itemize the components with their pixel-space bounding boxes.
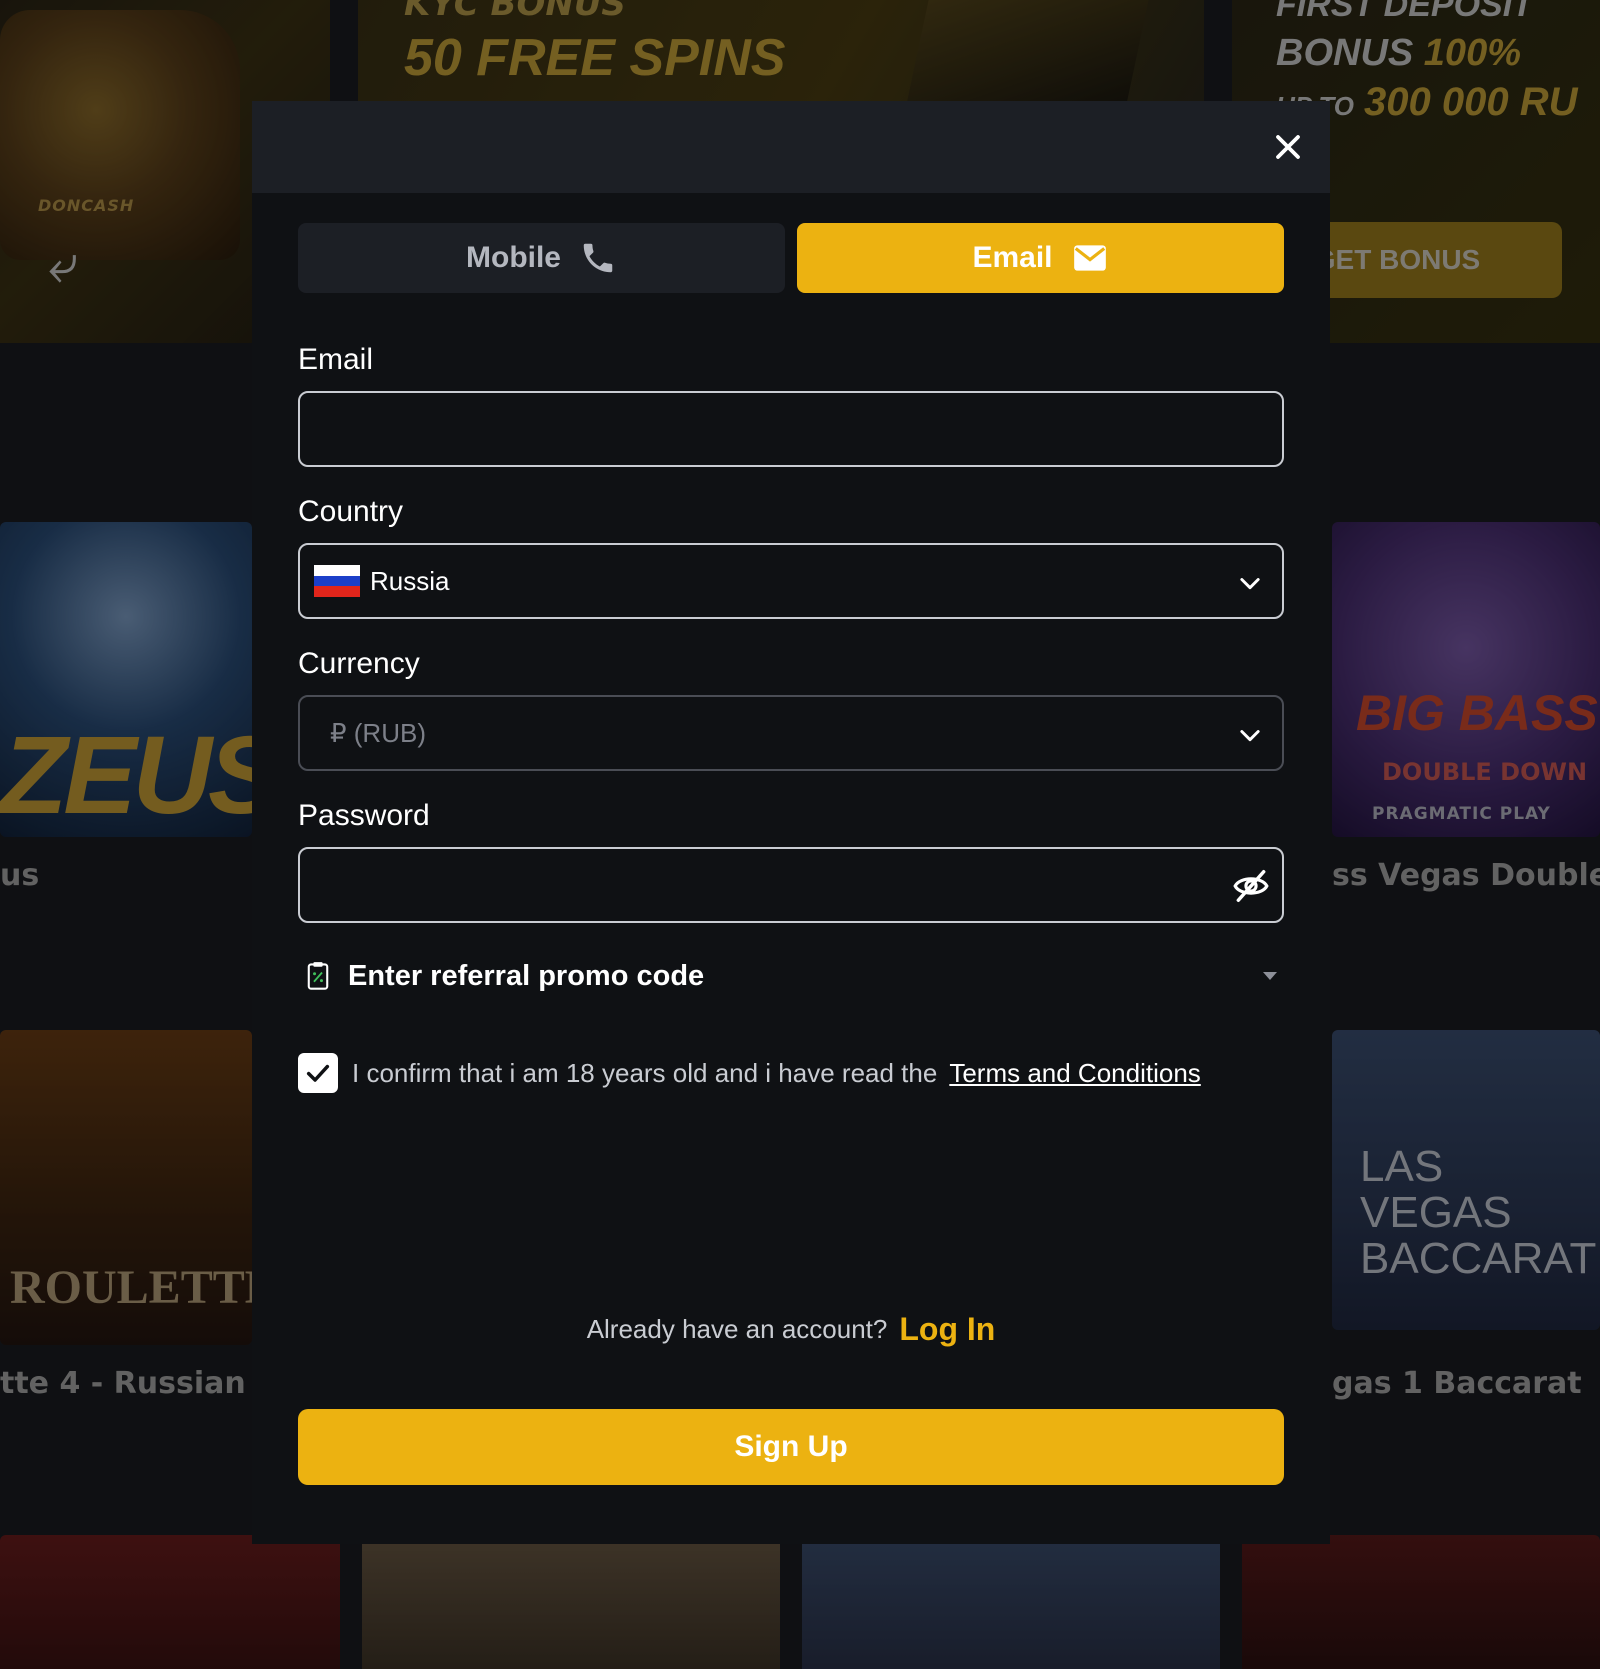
modal-header <box>252 101 1330 193</box>
terms-link[interactable]: Terms and Conditions <box>949 1058 1200 1089</box>
promo-code-toggle[interactable]: Enter referral promo code <box>298 953 1284 999</box>
tab-email[interactable]: Email <box>797 223 1284 293</box>
password-wrapper <box>298 847 1284 923</box>
checkmark-icon <box>306 1064 330 1082</box>
country-select[interactable]: Russia <box>298 543 1284 619</box>
login-prompt: Already have an account? Log In <box>252 1311 1330 1348</box>
russia-flag-icon <box>314 565 360 598</box>
country-label: Country <box>298 495 404 528</box>
tab-label: Mobile <box>466 241 561 274</box>
promo-code-label: Enter referral promo code <box>348 959 705 992</box>
mail-icon <box>1073 245 1106 271</box>
chevron-down-icon <box>1240 730 1260 742</box>
phone-icon <box>583 243 613 273</box>
email-field[interactable] <box>298 391 1284 467</box>
chevron-down-icon <box>1240 578 1260 590</box>
modal-body: Mobile Email Email Country Russia Curren… <box>252 193 1330 1093</box>
signup-method-tabs: Mobile Email <box>298 223 1284 293</box>
currency-label: Currency <box>298 647 420 680</box>
terms-checkbox[interactable] <box>298 1053 338 1093</box>
consent-text: I confirm that i am 18 years old and i h… <box>352 1057 938 1088</box>
currency-select[interactable]: ₽ (RUB) <box>298 695 1284 771</box>
signup-modal: Mobile Email Email Country Russia Curren… <box>252 101 1330 1544</box>
country-value: Russia <box>370 565 450 596</box>
caret-down-icon <box>1263 972 1277 980</box>
promo-icon <box>307 962 329 990</box>
close-button[interactable] <box>1268 127 1308 167</box>
close-icon <box>1276 135 1300 159</box>
password-label: Password <box>298 799 430 832</box>
login-link[interactable]: Log In <box>899 1311 995 1348</box>
sign-up-button[interactable]: Sign Up <box>298 1409 1284 1485</box>
tab-label: Email <box>972 241 1053 274</box>
password-field[interactable] <box>298 847 1284 923</box>
email-label: Email <box>298 343 374 376</box>
currency-value: ₽ (RUB) <box>330 717 426 748</box>
login-question: Already have an account? <box>586 1314 888 1344</box>
tab-mobile[interactable]: Mobile <box>298 223 785 293</box>
eye-off-icon[interactable] <box>1232 867 1270 905</box>
terms-consent: I confirm that i am 18 years old and i h… <box>298 1053 1284 1093</box>
